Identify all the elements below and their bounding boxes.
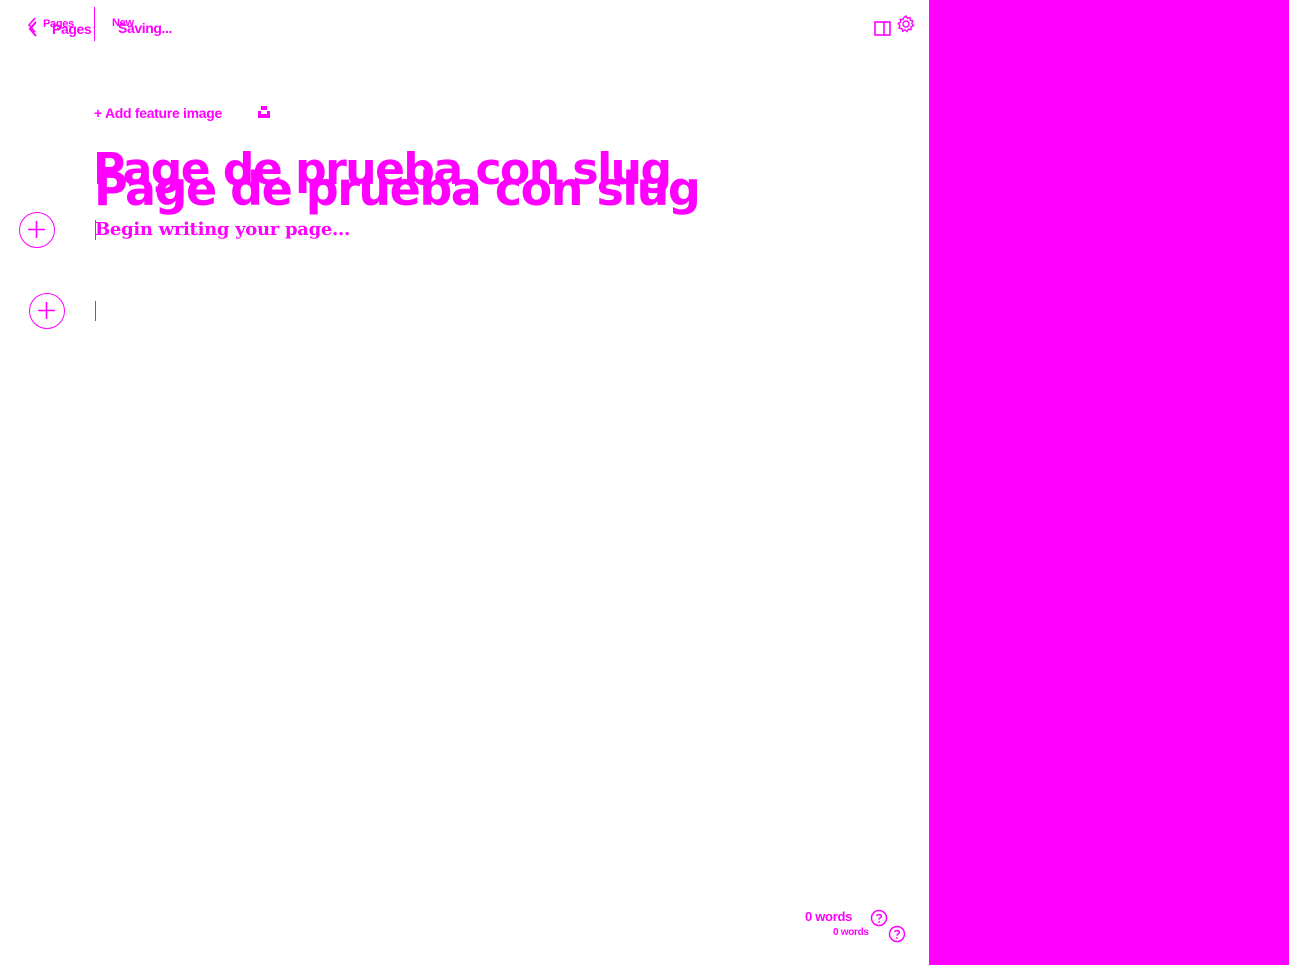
header-divider (94, 7, 95, 41)
question-circle-icon[interactable] (870, 909, 888, 927)
page-title-input[interactable]: Page de prueba con slug (94, 166, 701, 212)
add-feature-image-button[interactable]: + Add feature image (94, 103, 222, 123)
unsplash-icon[interactable] (257, 105, 271, 119)
plus-icon (38, 302, 55, 319)
add-card-button[interactable] (19, 212, 55, 248)
back-link-label: Pages (52, 21, 92, 37)
chevron-left-icon (28, 21, 37, 37)
word-count: 0 words (833, 927, 869, 938)
plus-icon (28, 221, 45, 238)
text-caret (95, 301, 96, 321)
settings-side-panel (929, 0, 1289, 965)
sidebar-panel-icon[interactable] (874, 21, 892, 37)
add-card-button[interactable] (29, 293, 65, 329)
post-status-saving: Saving... (118, 20, 172, 36)
feature-image-label: + Add feature image (94, 105, 222, 121)
page-body-editor[interactable]: Begin writing your page... (95, 219, 350, 240)
word-count: 0 words (805, 909, 853, 924)
editor-canvas: Pages Pages New Saving... + Add feature … (0, 0, 929, 965)
gear-icon[interactable] (896, 14, 916, 34)
question-circle-icon[interactable] (888, 925, 906, 943)
